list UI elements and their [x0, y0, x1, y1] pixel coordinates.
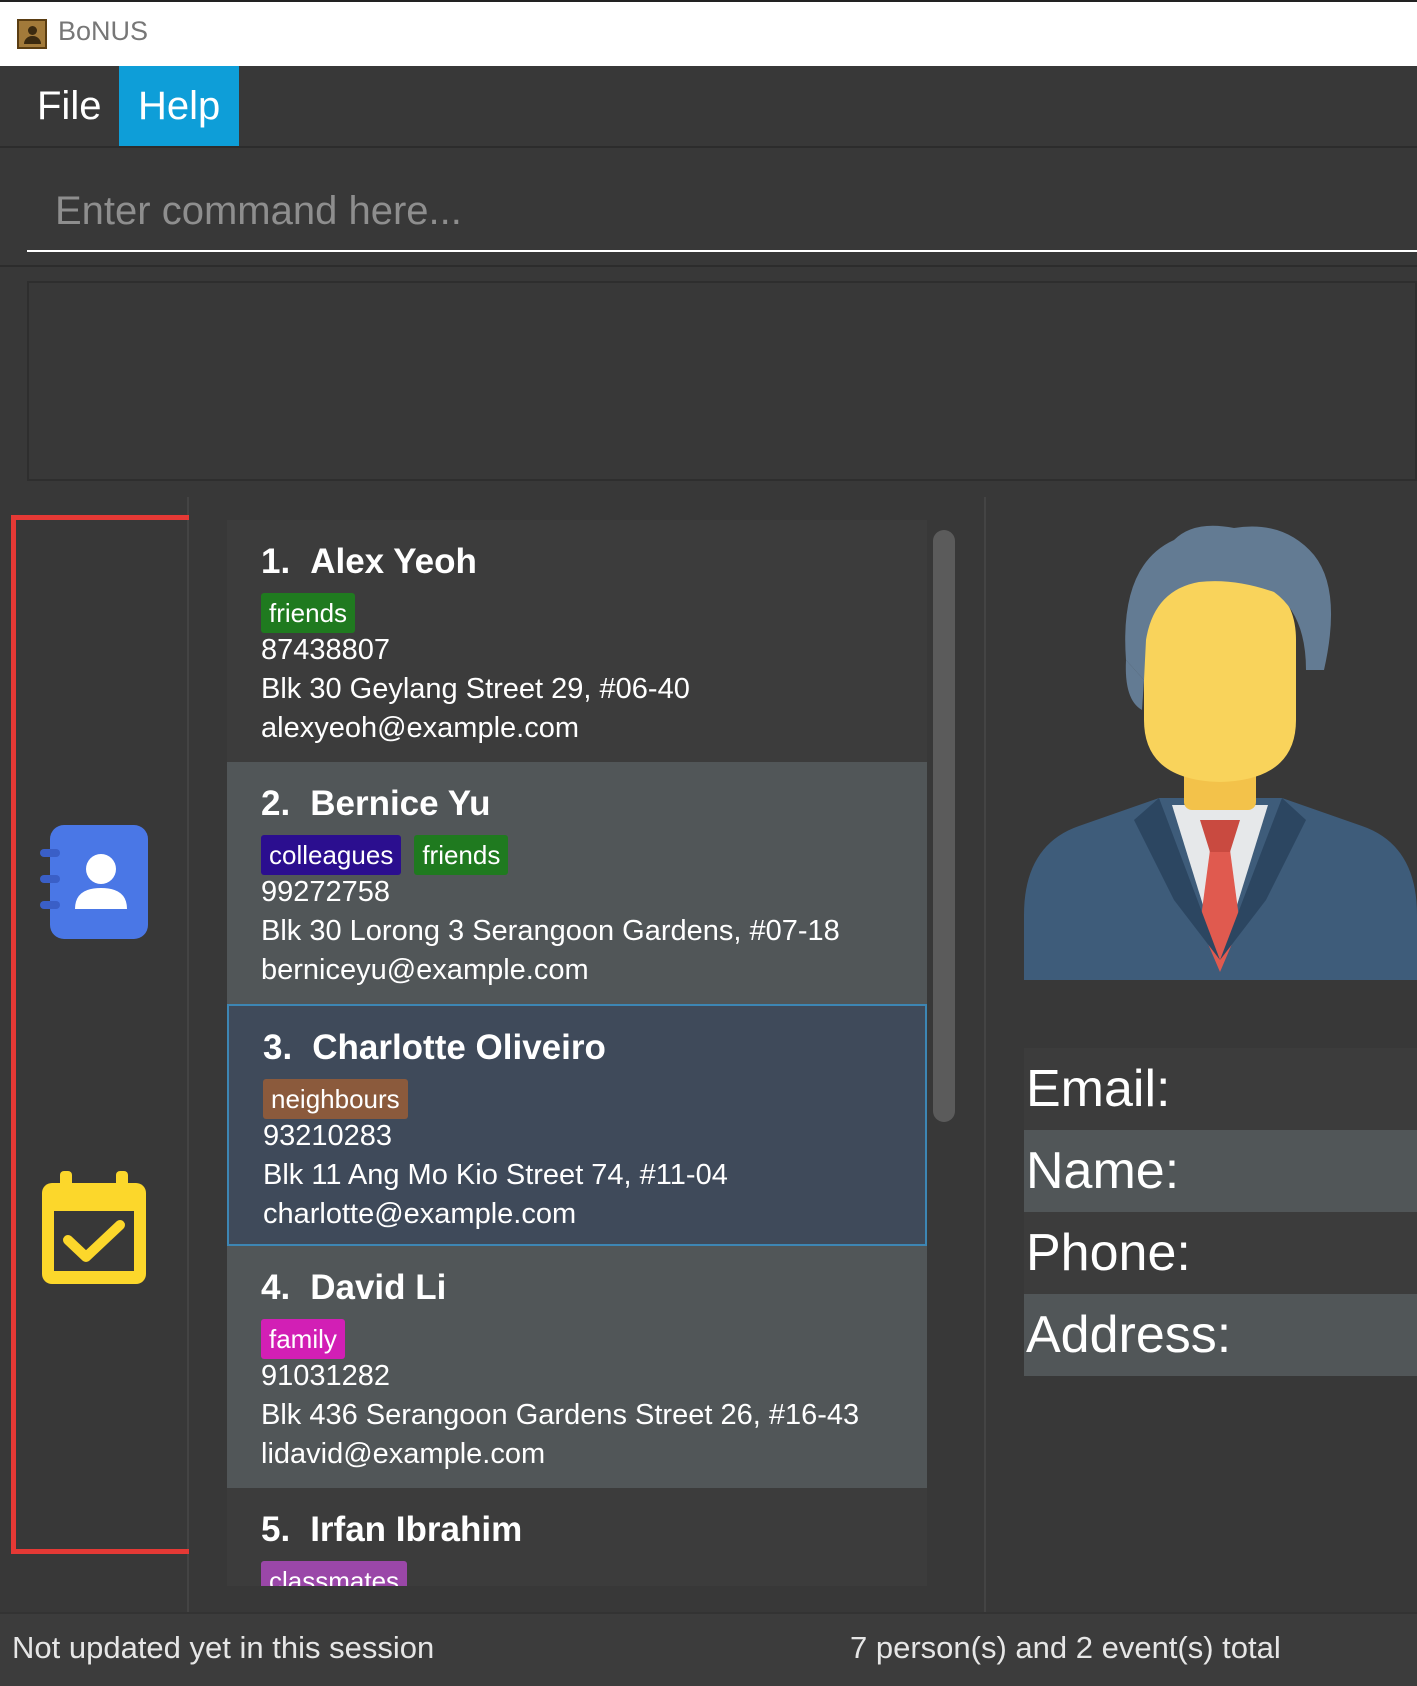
detail-name-label: Name:: [1024, 1130, 1417, 1212]
person-card-selected[interactable]: 3. Charlotte Oliveiro neighbours 93210283…: [227, 1004, 927, 1246]
person-card[interactable]: 4. David Li family 91031282 Blk 436 Seran…: [227, 1246, 927, 1488]
person-card[interactable]: 1. Alex Yeoh friends 87438807 Blk 30 Geyl…: [227, 520, 927, 762]
sidebar-highlight-frame: [11, 515, 194, 1554]
result-display: [27, 281, 1417, 481]
person-name: 5. Irfan Ibrahim: [261, 1510, 523, 1549]
person-email: berniceyu@example.com: [261, 954, 589, 986]
person-list[interactable]: 1. Alex Yeoh friends 87438807 Blk 30 Geyl…: [227, 520, 927, 1586]
status-total-count: 7 person(s) and 2 event(s) total: [850, 1630, 1281, 1665]
person-phone: 87438807: [261, 634, 391, 666]
detail-phone-label: Phone:: [1024, 1212, 1417, 1294]
status-bar: Not updated yet in this session 7 person…: [0, 1612, 1417, 1686]
person-phone: 99272758: [261, 876, 391, 908]
person-email: alexyeoh@example.com: [261, 712, 579, 744]
tag-list: family: [261, 1319, 358, 1359]
tag-list: classmates: [261, 1561, 420, 1586]
status-last-updated: Not updated yet in this session: [12, 1630, 435, 1665]
title-bar: BoNUS: [0, 0, 1417, 66]
command-input[interactable]: [27, 172, 1417, 252]
person-list-scrollbar[interactable]: [933, 530, 955, 1122]
sidebar-item-contacts[interactable]: [38, 823, 150, 941]
person-phone: 91031282: [261, 1360, 391, 1392]
person-name: 3. Charlotte Oliveiro: [263, 1028, 606, 1067]
menu-file[interactable]: File: [18, 66, 120, 146]
person-phone: 93210283: [263, 1120, 393, 1152]
tag: family: [261, 1319, 345, 1359]
person-card[interactable]: 2. Bernice Yu colleagues friends 99272758 …: [227, 762, 927, 1004]
person-avatar-icon: [1024, 520, 1417, 980]
tag: friends: [414, 835, 509, 875]
tag: classmates: [261, 1561, 408, 1586]
calendar-check-icon: [42, 1171, 146, 1284]
person-address: Blk 30 Lorong 3 Serangoon Gardens, #07-1…: [261, 915, 840, 947]
detail-address-label: Address:: [1024, 1294, 1417, 1376]
person-email: charlotte@example.com: [263, 1198, 577, 1230]
person-address: Blk 11 Ang Mo Kio Street 74, #11-04: [263, 1159, 728, 1191]
address-book-app-icon: [17, 19, 47, 49]
person-address: Blk 30 Geylang Street 29, #06-40: [261, 673, 690, 705]
person-name: 1. Alex Yeoh: [261, 542, 477, 581]
tag: neighbours: [263, 1079, 408, 1119]
menu-bar: File Help: [0, 66, 1417, 148]
person-address: Blk 436 Serangoon Gardens Street 26, #16…: [261, 1399, 860, 1431]
tag-list: colleagues friends: [261, 835, 521, 875]
person-name: 2. Bernice Yu: [261, 784, 491, 823]
person-detail-fields: Email: Name: Phone: Address:: [1024, 1048, 1417, 1376]
detail-email-label: Email:: [1024, 1048, 1417, 1130]
menu-help[interactable]: Help: [119, 66, 240, 146]
person-email: lidavid@example.com: [261, 1438, 546, 1470]
tag: colleagues: [261, 835, 402, 875]
tag-list: friends: [261, 593, 368, 633]
result-display-area: [0, 267, 1417, 495]
sidebar-item-events[interactable]: [40, 1169, 148, 1286]
command-box-area: [0, 148, 1417, 267]
person-card[interactable]: 5. Irfan Ibrahim classmates: [227, 1488, 927, 1586]
tag-list: neighbours: [263, 1079, 421, 1119]
tag: friends: [261, 593, 356, 633]
person-name: 4. David Li: [261, 1268, 447, 1307]
window-title: BoNUS: [58, 16, 149, 46]
contacts-book-icon: [40, 825, 148, 939]
